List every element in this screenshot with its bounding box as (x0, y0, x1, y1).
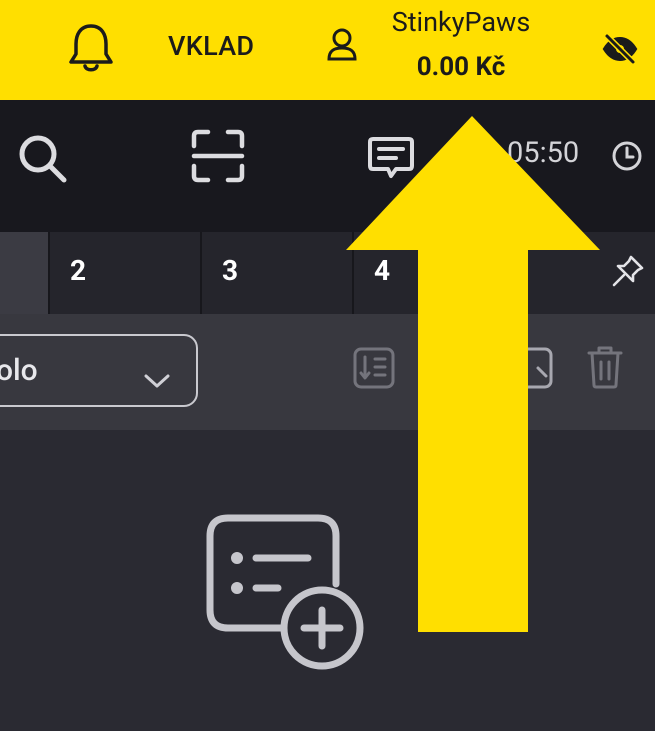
top-header: VKLAD StinkyPaws 0.00 Kč (0, 0, 655, 100)
eye-off-icon[interactable] (602, 33, 638, 69)
pin-icon[interactable] (611, 254, 645, 295)
deposit-button[interactable]: VKLAD (168, 30, 254, 62)
bell-icon[interactable] (66, 22, 116, 78)
tab-label: 3 (222, 254, 239, 287)
empty-content (0, 430, 655, 727)
view-select[interactable]: olo (0, 334, 198, 407)
scan-icon[interactable] (190, 128, 246, 188)
tab-label: 2 (70, 254, 87, 287)
tab-3[interactable]: 3 (202, 232, 354, 314)
balance-amount: 0.00 Kč (416, 52, 506, 82)
user-icon[interactable] (327, 28, 357, 66)
toolbar: 05:50 (0, 100, 655, 232)
search-icon[interactable] (16, 132, 70, 190)
clock-time: 05:50 (507, 136, 580, 170)
select-value: olo (0, 353, 38, 388)
expand-icon[interactable] (510, 346, 554, 394)
tab-1[interactable] (0, 232, 50, 314)
trash-icon[interactable] (585, 344, 625, 394)
tab-2[interactable]: 2 (50, 232, 202, 314)
add-list-icon[interactable] (204, 514, 368, 678)
filter-bar: olo (0, 314, 655, 430)
tab-bar: 2 3 4 (0, 232, 655, 314)
chat-icon[interactable] (366, 136, 416, 186)
username[interactable]: StinkyPaws (380, 6, 542, 38)
clock-icon[interactable] (611, 140, 643, 176)
tab-label: 4 (374, 254, 391, 287)
tab-4[interactable]: 4 (354, 232, 655, 314)
sort-icon[interactable] (352, 346, 396, 394)
chevron-down-icon (144, 362, 170, 397)
